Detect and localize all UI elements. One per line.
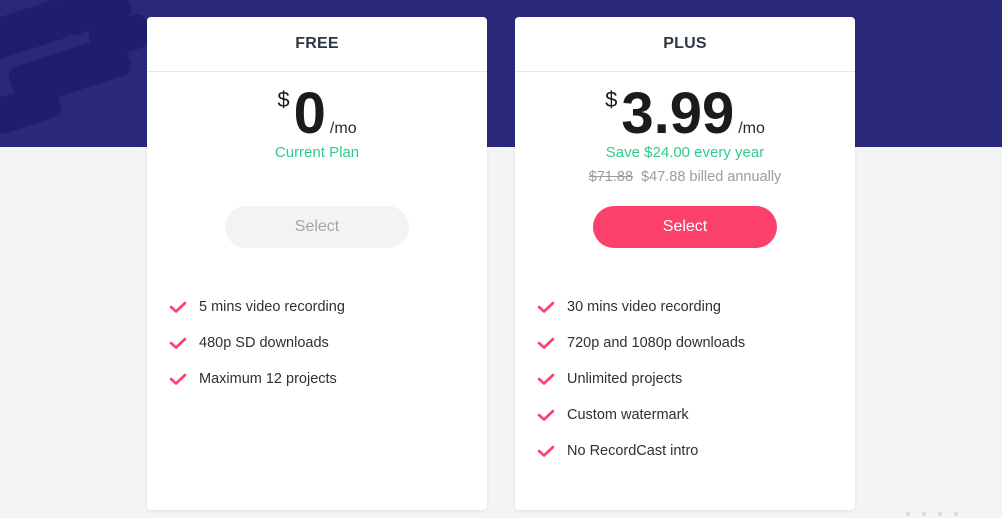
check-icon xyxy=(537,445,555,457)
price-period: /mo xyxy=(329,120,357,137)
plan-name: FREE xyxy=(147,17,487,72)
feature-label: Unlimited projects xyxy=(567,371,683,387)
savings-label: Save $24.00 every year xyxy=(605,144,765,161)
currency-symbol: $ xyxy=(277,87,290,112)
feature-label: 5 mins video recording xyxy=(199,299,345,315)
select-plus-plan-button[interactable]: Select xyxy=(593,206,777,248)
check-icon xyxy=(537,337,555,349)
feature-item: 720p and 1080p downloads xyxy=(537,325,845,361)
keyboard-key-decoration xyxy=(0,80,64,136)
plan-price: $3.99/mo xyxy=(515,83,855,145)
dot xyxy=(938,512,942,516)
dot xyxy=(954,512,958,516)
check-icon xyxy=(537,373,555,385)
feature-label: 480p SD downloads xyxy=(199,335,329,351)
billing-text: $47.88 billed annually xyxy=(641,169,782,185)
price-amount: 0 xyxy=(293,81,326,146)
check-icon xyxy=(537,409,555,421)
plan-name: PLUS xyxy=(515,17,855,72)
plan-card-free: FREE $0/mo Current Plan Select 5 mins vi… xyxy=(147,17,487,510)
original-price: $71.88 xyxy=(588,169,634,185)
check-icon xyxy=(169,301,187,313)
feature-label: Maximum 12 projects xyxy=(199,371,337,387)
check-icon xyxy=(169,337,187,349)
plan-card-plus: PLUS $3.99/mo Save $24.00 every year $71… xyxy=(515,17,855,510)
current-plan-label: Current Plan xyxy=(274,144,360,161)
feature-item: Unlimited projects xyxy=(537,361,845,397)
price-period: /mo xyxy=(738,120,765,137)
feature-label: 30 mins video recording xyxy=(567,299,721,315)
feature-label: No RecordCast intro xyxy=(567,443,699,459)
feature-label: Custom watermark xyxy=(567,407,689,423)
feature-item: No RecordCast intro xyxy=(537,433,845,469)
price-amount: 3.99 xyxy=(621,81,735,146)
feature-item: 30 mins video recording xyxy=(537,289,845,325)
plan-price: $0/mo xyxy=(147,83,487,145)
feature-item: 5 mins video recording xyxy=(169,289,477,325)
check-icon xyxy=(169,373,187,385)
feature-list: 5 mins video recording 480p SD downloads… xyxy=(169,289,477,397)
currency-symbol: $ xyxy=(605,87,618,112)
feature-item: Custom watermark xyxy=(537,397,845,433)
feature-item: 480p SD downloads xyxy=(169,325,477,361)
feature-label: 720p and 1080p downloads xyxy=(567,335,746,351)
feature-list: 30 mins video recording 720p and 1080p d… xyxy=(537,289,845,469)
check-icon xyxy=(537,301,555,313)
select-free-plan-button[interactable]: Select xyxy=(225,206,409,248)
billing-info: $71.88 $47.88 billed annually xyxy=(515,169,855,185)
dot xyxy=(922,512,926,516)
feature-item: Maximum 12 projects xyxy=(169,361,477,397)
decorative-dots xyxy=(906,512,958,516)
dot xyxy=(906,512,910,516)
